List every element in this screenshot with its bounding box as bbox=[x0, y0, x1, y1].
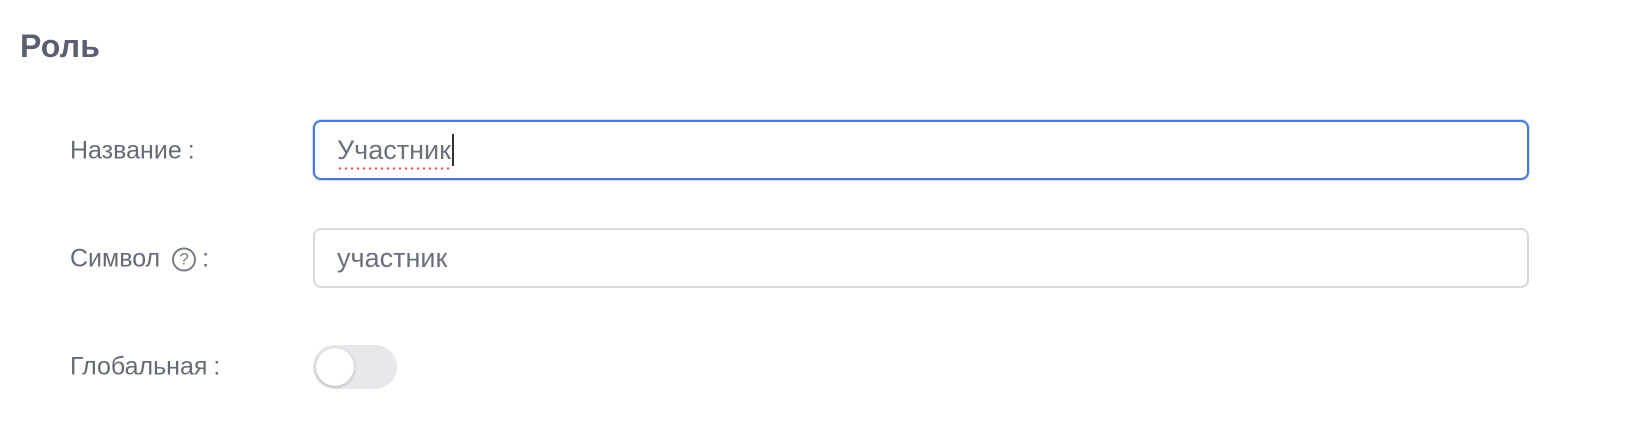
symbol-label: Символ ? : bbox=[70, 245, 209, 274]
name-label: Название : bbox=[70, 137, 195, 166]
name-input-value: Участник bbox=[337, 134, 451, 165]
name-input[interactable]: Участник bbox=[313, 120, 1529, 180]
section-title: Роль bbox=[20, 28, 101, 64]
name-label-text: Название bbox=[70, 136, 182, 165]
spellcheck-underline bbox=[337, 166, 451, 170]
symbol-input[interactable]: участник bbox=[313, 228, 1529, 288]
question-circle-icon[interactable]: ? bbox=[172, 247, 197, 271]
symbol-label-colon: : bbox=[202, 244, 210, 273]
global-label-colon: : bbox=[213, 352, 221, 381]
form-row-symbol: Символ ? : участник bbox=[0, 228, 1632, 290]
form-row-global: Глобальная : bbox=[0, 336, 1632, 398]
toggle-knob bbox=[316, 348, 354, 386]
global-label: Глобальная : bbox=[70, 353, 220, 382]
global-label-text: Глобальная bbox=[70, 352, 208, 381]
symbol-input-value: участник bbox=[337, 242, 448, 273]
text-caret bbox=[451, 134, 454, 166]
name-label-colon: : bbox=[187, 136, 195, 165]
form-row-name: Название : Участник bbox=[0, 120, 1632, 182]
symbol-label-text: Символ bbox=[70, 244, 161, 273]
name-input-value-wrap: Участник bbox=[337, 134, 451, 170]
global-toggle[interactable] bbox=[313, 345, 397, 389]
